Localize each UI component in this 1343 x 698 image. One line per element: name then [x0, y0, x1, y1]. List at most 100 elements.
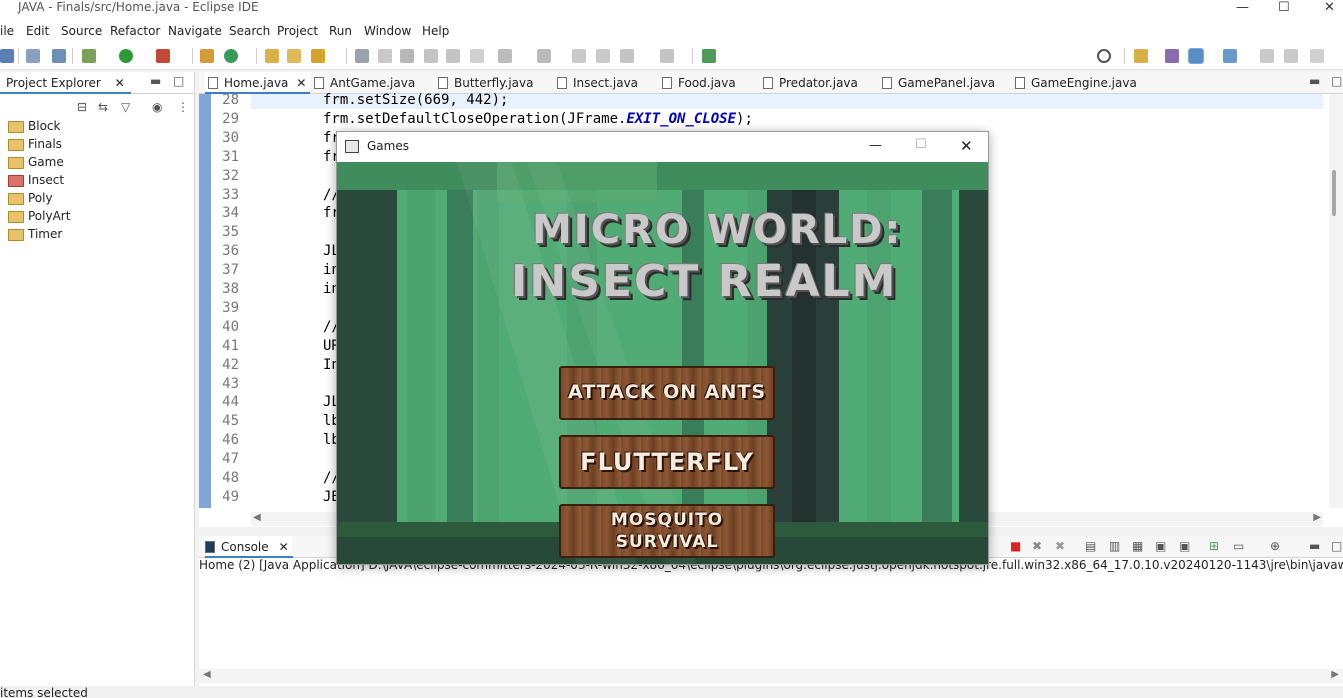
- game-close-button[interactable]: ✕: [960, 137, 973, 155]
- tab-gamepanel-java[interactable]: GamePanel.java: [882, 72, 995, 94]
- menu-file[interactable]: ile: [0, 24, 14, 38]
- tab-predator-java[interactable]: Predator.java: [763, 72, 858, 94]
- scroll-left-icon[interactable]: ◀: [203, 669, 211, 680]
- game-minimize-button[interactable]: —: [869, 138, 882, 153]
- forward-edit-icon[interactable]: [596, 49, 610, 63]
- window-title: JAVA - Finals/src/Home.java - Eclipse ID…: [18, 0, 259, 14]
- game-window-title: Games: [367, 139, 409, 153]
- block-selection-icon[interactable]: [424, 49, 438, 63]
- forward-icon[interactable]: [660, 49, 674, 63]
- close-tab-icon[interactable]: ✕: [279, 540, 289, 554]
- java-perspective-icon[interactable]: [1188, 48, 1204, 64]
- menu-navigate[interactable]: Navigate: [168, 24, 222, 38]
- debug-perspective-icon[interactable]: [1165, 49, 1179, 63]
- scroll-left-icon[interactable]: ◀: [253, 512, 261, 523]
- show-on-error-icon[interactable]: ▣: [1179, 539, 1190, 553]
- filter-icon[interactable]: ▽: [121, 100, 130, 114]
- game-maximize-button[interactable]: ☐: [915, 137, 927, 152]
- next-annotation-icon[interactable]: [498, 49, 512, 63]
- view-menu-icon[interactable]: ⋮: [177, 100, 189, 114]
- maximize-button[interactable]: ☐: [1278, 0, 1290, 15]
- java-file-icon: [662, 77, 672, 89]
- tab-project-explorer[interactable]: Project Explorer ✕: [0, 72, 131, 94]
- tab-insect-java[interactable]: Insect.java: [557, 72, 638, 94]
- tab-gameengine-java[interactable]: GameEngine.java: [1015, 72, 1137, 94]
- pin-console-icon[interactable]: ⊞: [1209, 539, 1219, 553]
- word-wrap-console-icon[interactable]: ▦: [1132, 539, 1143, 553]
- minimize-toolbar-icon[interactable]: [1260, 49, 1274, 63]
- open-perspective-icon[interactable]: [1134, 49, 1148, 63]
- tab-console[interactable]: Console ✕: [205, 536, 293, 558]
- new-java-package-icon[interactable]: [200, 49, 214, 63]
- back-icon[interactable]: [620, 49, 634, 63]
- menu-edit[interactable]: Edit: [26, 24, 49, 38]
- tab-food-java[interactable]: Food.java: [662, 72, 736, 94]
- close-tab-icon[interactable]: ✕: [115, 76, 125, 90]
- maximize-editor-icon[interactable]: □: [1331, 74, 1342, 88]
- scroll-right-icon[interactable]: ▶: [1331, 669, 1339, 680]
- search-icon[interactable]: [1097, 49, 1111, 63]
- menu-run[interactable]: Run: [329, 24, 352, 38]
- show-on-output-icon[interactable]: ▣: [1155, 539, 1166, 553]
- search-tool-icon[interactable]: [355, 49, 369, 63]
- maximize-view-icon[interactable]: [1223, 49, 1237, 63]
- run-icon[interactable]: [119, 49, 133, 63]
- terminate-icon[interactable]: ■: [1010, 539, 1021, 553]
- mosquito-survival-button[interactable]: MOSQUITO SURVIVAL: [559, 504, 775, 558]
- clear-console-icon[interactable]: ▤: [1085, 539, 1096, 553]
- tab-antgame-java[interactable]: AntGame.java: [314, 72, 415, 94]
- skip-breakpoints-icon[interactable]: [26, 49, 40, 63]
- tab-butterfly-java[interactable]: Butterfly.java: [438, 72, 533, 94]
- minimize-editor-icon[interactable]: ▬: [1309, 74, 1320, 88]
- collapse-all-icon[interactable]: ⊟: [77, 100, 87, 114]
- menu-help[interactable]: Help: [422, 24, 449, 38]
- open-console-icon[interactable]: ⊕: [1270, 539, 1280, 553]
- attack-on-ants-button[interactable]: ATTACK ON ANTS: [559, 366, 775, 420]
- pin-editor-icon[interactable]: [702, 49, 716, 63]
- line-number: 36: [222, 243, 239, 260]
- last-edit-icon[interactable]: [572, 49, 586, 63]
- tab-home-java[interactable]: Home.java ✕: [205, 72, 311, 94]
- save-icon[interactable]: [0, 49, 14, 63]
- code-line[interactable]: frm.setSize(669, 442);: [323, 92, 508, 108]
- new-java-class-icon[interactable]: [224, 49, 238, 63]
- menu-source[interactable]: Source: [61, 24, 102, 38]
- minimize-view-icon[interactable]: ▬: [150, 74, 161, 88]
- remove-all-launches-icon[interactable]: ✖: [1055, 539, 1065, 553]
- open-folder-icon[interactable]: [287, 49, 301, 63]
- open-task-icon[interactable]: [311, 49, 325, 63]
- menu-refactor[interactable]: Refactor: [110, 24, 160, 38]
- focus-icon[interactable]: ◉: [152, 100, 162, 114]
- code-line[interactable]: frm.setDefaultCloseOperation(JFrame.EXIT…: [323, 111, 753, 127]
- external-tools-icon[interactable]: [156, 49, 170, 63]
- whitespace-icon[interactable]: [470, 49, 484, 63]
- scroll-lock-icon[interactable]: ▥: [1109, 539, 1120, 553]
- scroll-right-icon[interactable]: ▶: [1313, 512, 1321, 523]
- java-icon[interactable]: [52, 49, 66, 63]
- link-editor-icon[interactable]: ⇆: [98, 100, 108, 114]
- close-button[interactable]: ✕: [1324, 0, 1335, 15]
- maximize-console-icon[interactable]: □: [1331, 539, 1342, 553]
- toolbar-overflow-icon[interactable]: [1310, 49, 1324, 63]
- console-horizontal-scrollbar[interactable]: ◀ ▶: [199, 669, 1343, 683]
- close-tab-icon[interactable]: ✕: [296, 76, 306, 90]
- prev-annotation-icon[interactable]: [537, 49, 551, 63]
- flutterfly-button[interactable]: FLUTTERFLY: [559, 435, 775, 489]
- menu-search[interactable]: Search: [229, 24, 270, 38]
- menu-window[interactable]: Window: [364, 24, 411, 38]
- display-console-icon[interactable]: ▭: [1233, 539, 1244, 553]
- editor-vertical-scrollbar[interactable]: [1329, 94, 1343, 508]
- annotation-icon[interactable]: [378, 49, 392, 63]
- minimize-console-icon[interactable]: ▬: [1309, 539, 1320, 553]
- restore-toolbar-icon[interactable]: [1284, 49, 1298, 63]
- remove-launch-icon[interactable]: ✖: [1032, 539, 1042, 553]
- word-wrap-icon[interactable]: [446, 49, 460, 63]
- project-folder-icon: [8, 121, 24, 133]
- vertical-scroll-thumb[interactable]: [1332, 170, 1336, 216]
- menu-project[interactable]: Project: [277, 24, 318, 38]
- minimize-button[interactable]: —: [1236, 0, 1249, 15]
- toggle-mark-icon[interactable]: [400, 49, 414, 63]
- open-type-icon[interactable]: [265, 49, 279, 63]
- maximize-view-icon[interactable]: □: [173, 74, 184, 88]
- debug-icon[interactable]: [82, 49, 96, 63]
